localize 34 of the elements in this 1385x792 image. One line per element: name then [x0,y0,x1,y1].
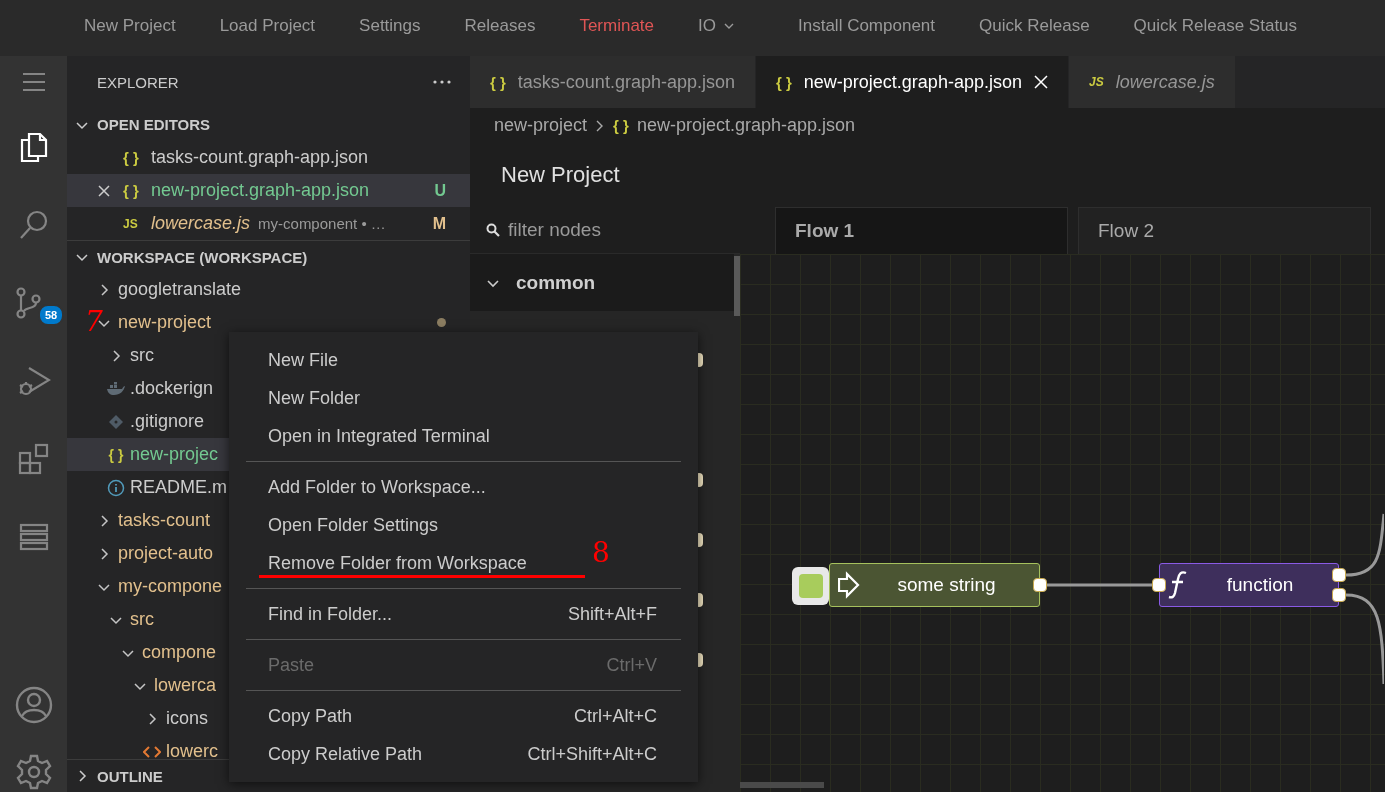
file-type-icon: { } [775,73,792,91]
file-description: my-component • … [258,215,386,232]
explorer-title: EXPLORER [97,73,179,91]
file-type-icon: { } [123,182,143,199]
file-name: new-project.graph-app.json [151,180,370,201]
tree-item-name: src [130,345,154,366]
tree-item-name: new-projec [130,444,219,465]
file-name: tasks-count.graph-app.json [151,147,369,168]
file-type-icon: { } [613,117,629,134]
annotation-number: 7 [85,308,103,336]
file-type-icon: JS [123,216,143,231]
file-type-icon: { } [490,73,506,91]
file-type-icon: JS [1088,75,1104,89]
git-status: M [432,214,446,233]
tree-item-name: .dockerign [130,378,214,399]
tree-item-name: new-project [118,312,212,333]
git-status: U [434,181,446,200]
file-type-icon: { } [123,149,143,166]
tree-item-name: icons [166,708,209,729]
tree-item-name: lowerca [154,675,217,696]
tree-item-name: googletranslate [118,279,242,300]
file-name: lowercase.js [151,213,251,234]
tree-item-name: tasks-count [118,510,211,531]
tree-item-name: .gitignore [130,411,205,432]
tree-item-name: project-auto [118,543,214,564]
tree-item-name: compone [142,642,217,663]
tree-item-name: src [130,609,154,630]
count-badge: 58 [38,304,65,326]
tree-item-name: README.m [130,477,227,498]
tree-item-name: my-compone [118,576,223,597]
file-type-icon: { } [108,446,124,463]
tree-item-name: lowerc [166,741,218,759]
project-title: New Project [500,161,621,189]
annotation-number: 8 [592,539,610,567]
